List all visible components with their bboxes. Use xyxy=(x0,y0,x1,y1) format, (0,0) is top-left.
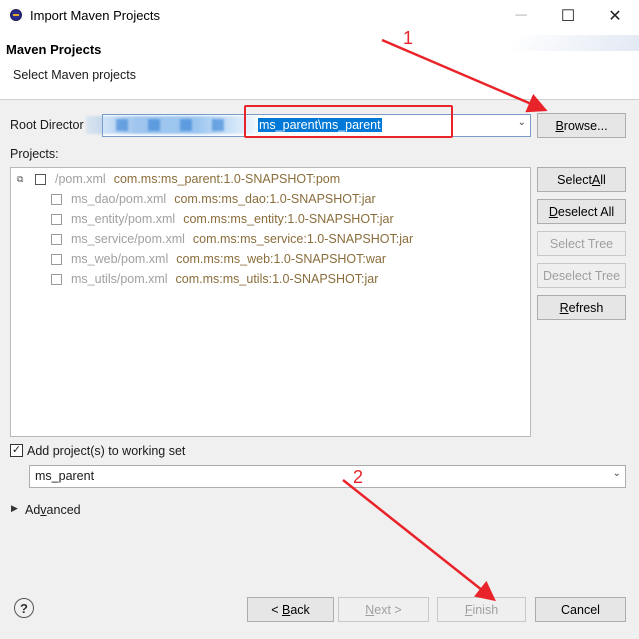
tree-row[interactable]: ms_web/pom.xml com.ms:ms_web:1.0-SNAPSHO… xyxy=(51,250,386,268)
maven-coordinate: com.ms:ms_dao:1.0-SNAPSHOT:jar xyxy=(174,192,376,206)
checkbox[interactable] xyxy=(51,253,62,265)
working-set-value: ms_parent xyxy=(35,469,95,483)
checkbox[interactable] xyxy=(35,173,46,185)
annotation-number-1: 1 xyxy=(403,28,414,48)
working-set-checkbox[interactable]: ✓ xyxy=(10,444,23,457)
minimize-button[interactable]: ─ xyxy=(498,0,544,31)
back-button[interactable]: < Back xyxy=(247,597,334,622)
select-tree-button[interactable]: Select Tree xyxy=(537,231,626,256)
window-title: Import Maven Projects xyxy=(30,8,161,23)
eclipse-icon xyxy=(10,9,22,21)
page-title: Maven Projects xyxy=(6,42,102,57)
root-directory-label: Root Director xyxy=(10,118,84,132)
redaction-blur xyxy=(86,116,256,134)
projects-tree[interactable]: ⧉ /pom.xml com.ms:ms_parent:1.0-SNAPSHOT… xyxy=(10,167,531,437)
checkbox[interactable] xyxy=(51,193,62,205)
browse-button[interactable]: Browse... xyxy=(537,113,626,138)
maven-coordinate: com.ms:ms_parent:1.0-SNAPSHOT:pom xyxy=(113,172,341,186)
pom-path: ms_entity/pom.xml xyxy=(71,212,176,226)
maven-coordinate: com.ms:ms_entity:1.0-SNAPSHOT:jar xyxy=(183,212,394,226)
select-all-button[interactable]: Select All xyxy=(537,167,626,192)
projects-label: Projects: xyxy=(10,147,59,161)
title-bar: Import Maven Projects ─ ☐ ✕ xyxy=(0,0,639,31)
finish-button[interactable]: Finish xyxy=(437,597,526,622)
maximize-button[interactable]: ☐ xyxy=(545,0,591,31)
working-set-combo[interactable]: ms_parent ⌄ xyxy=(29,465,626,488)
chevron-down-icon[interactable]: ⌄ xyxy=(518,117,526,128)
tree-row[interactable]: ms_dao/pom.xml com.ms:ms_dao:1.0-SNAPSHO… xyxy=(51,190,376,208)
deselect-all-button[interactable]: Deselect All xyxy=(537,199,626,224)
expand-chevron-icon[interactable]: ⧉ xyxy=(17,174,27,185)
annotation-number-2: 2 xyxy=(353,467,364,487)
checkbox[interactable] xyxy=(51,213,62,225)
expand-arrow-icon[interactable]: ▶ xyxy=(11,503,18,514)
close-button[interactable]: ✕ xyxy=(592,0,638,31)
pom-path: ms_dao/pom.xml xyxy=(71,192,167,206)
chevron-down-icon[interactable]: ⌄ xyxy=(613,468,621,479)
highlight-box xyxy=(244,105,453,138)
wizard-header: Maven Projects Select Maven projects xyxy=(0,31,639,100)
maven-coordinate: com.ms:ms_service:1.0-SNAPSHOT:jar xyxy=(192,232,414,246)
tree-row[interactable]: ms_entity/pom.xml com.ms:ms_entity:1.0-S… xyxy=(51,210,394,228)
tree-row-parent[interactable]: ⧉ /pom.xml com.ms:ms_parent:1.0-SNAPSHOT… xyxy=(17,170,340,188)
working-set-label: Add project(s) to working set xyxy=(27,444,186,458)
pom-path: ms_utils/pom.xml xyxy=(71,272,168,286)
maven-coordinate: com.ms:ms_utils:1.0-SNAPSHOT:jar xyxy=(175,272,379,286)
maven-coordinate: com.ms:ms_web:1.0-SNAPSHOT:war xyxy=(176,252,387,266)
help-icon[interactable]: ? xyxy=(14,598,34,618)
cancel-button[interactable]: Cancel xyxy=(535,597,626,622)
tree-row[interactable]: ms_service/pom.xml com.ms:ms_service:1.0… xyxy=(51,230,413,248)
tree-row[interactable]: ms_utils/pom.xml com.ms:ms_utils:1.0-SNA… xyxy=(51,270,378,288)
deselect-tree-button[interactable]: Deselect Tree xyxy=(537,263,626,288)
refresh-button[interactable]: Refresh xyxy=(537,295,626,320)
next-button[interactable]: Next > xyxy=(338,597,429,622)
pom-path: /pom.xml xyxy=(55,172,106,186)
pom-path: ms_web/pom.xml xyxy=(71,252,169,266)
header-banner-graphic xyxy=(503,35,639,51)
checkbox[interactable] xyxy=(51,233,62,245)
page-subtitle: Select Maven projects xyxy=(13,68,136,82)
checkbox[interactable] xyxy=(51,273,62,285)
pom-path: ms_service/pom.xml xyxy=(71,232,185,246)
advanced-toggle[interactable]: Advanced xyxy=(25,503,81,517)
